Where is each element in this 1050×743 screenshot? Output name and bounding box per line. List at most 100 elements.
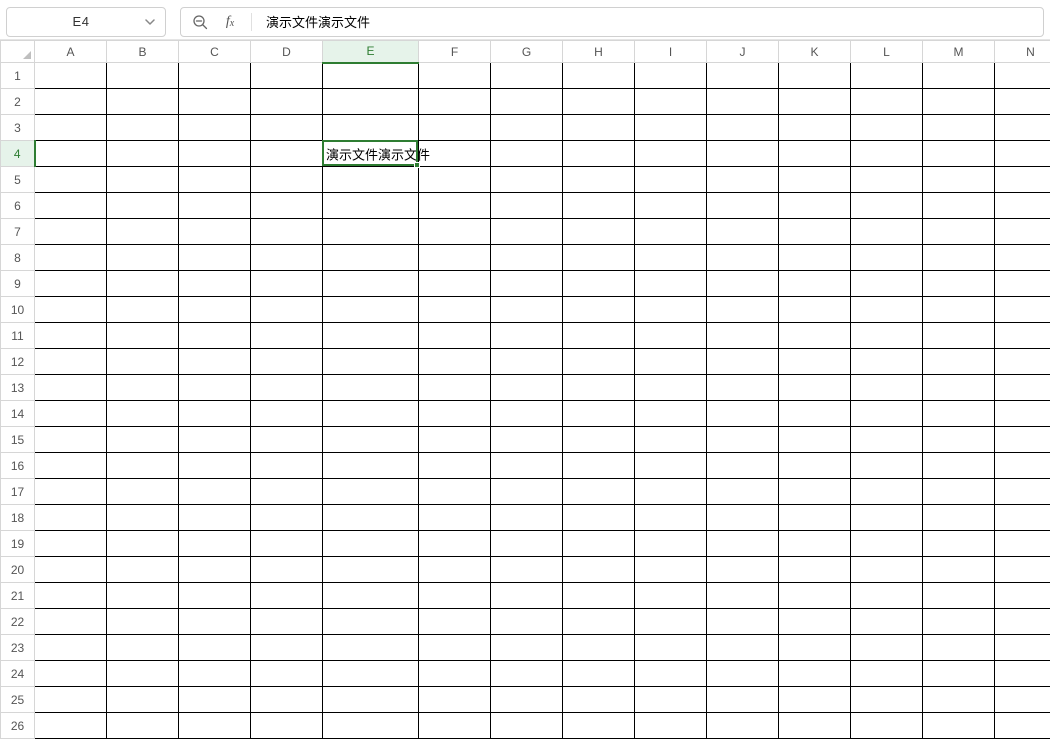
cell-G1[interactable] <box>491 63 563 89</box>
row-header-22[interactable]: 22 <box>1 609 35 635</box>
cell-L1[interactable] <box>851 63 923 89</box>
cell-M4[interactable] <box>923 141 995 167</box>
cell-H5[interactable] <box>563 167 635 193</box>
cell-N4[interactable] <box>995 141 1050 167</box>
cell-H14[interactable] <box>563 401 635 427</box>
cell-B16[interactable] <box>107 453 179 479</box>
cell-M6[interactable] <box>923 193 995 219</box>
cell-N14[interactable] <box>995 401 1050 427</box>
cell-F13[interactable] <box>419 375 491 401</box>
cell-G23[interactable] <box>491 635 563 661</box>
row-header-26[interactable]: 26 <box>1 713 35 739</box>
cell-J1[interactable] <box>707 63 779 89</box>
cell-K5[interactable] <box>779 167 851 193</box>
cell-F15[interactable] <box>419 427 491 453</box>
cell-N3[interactable] <box>995 115 1050 141</box>
cell-D14[interactable] <box>251 401 323 427</box>
cell-G9[interactable] <box>491 271 563 297</box>
cell-A23[interactable] <box>35 635 107 661</box>
cell-F7[interactable] <box>419 219 491 245</box>
cell-I10[interactable] <box>635 297 707 323</box>
row-header-1[interactable]: 1 <box>1 63 35 89</box>
cell-I19[interactable] <box>635 531 707 557</box>
cell-N7[interactable] <box>995 219 1050 245</box>
cell-B26[interactable] <box>107 713 179 739</box>
cell-I11[interactable] <box>635 323 707 349</box>
cell-C22[interactable] <box>179 609 251 635</box>
cell-B19[interactable] <box>107 531 179 557</box>
cell-I9[interactable] <box>635 271 707 297</box>
row-header-20[interactable]: 20 <box>1 557 35 583</box>
cell-E5[interactable] <box>323 167 419 193</box>
cell-E7[interactable] <box>323 219 419 245</box>
row-header-9[interactable]: 9 <box>1 271 35 297</box>
cell-M20[interactable] <box>923 557 995 583</box>
cell-B24[interactable] <box>107 661 179 687</box>
cell-I14[interactable] <box>635 401 707 427</box>
cell-C17[interactable] <box>179 479 251 505</box>
cell-C6[interactable] <box>179 193 251 219</box>
cell-E24[interactable] <box>323 661 419 687</box>
cell-J14[interactable] <box>707 401 779 427</box>
cell-K25[interactable] <box>779 687 851 713</box>
cell-C15[interactable] <box>179 427 251 453</box>
cell-G19[interactable] <box>491 531 563 557</box>
cell-A25[interactable] <box>35 687 107 713</box>
cell-N25[interactable] <box>995 687 1050 713</box>
cell-J15[interactable] <box>707 427 779 453</box>
cell-L20[interactable] <box>851 557 923 583</box>
cell-I20[interactable] <box>635 557 707 583</box>
cell-A7[interactable] <box>35 219 107 245</box>
cell-K22[interactable] <box>779 609 851 635</box>
cell-A15[interactable] <box>35 427 107 453</box>
cell-K11[interactable] <box>779 323 851 349</box>
cell-H1[interactable] <box>563 63 635 89</box>
cell-E9[interactable] <box>323 271 419 297</box>
cell-D7[interactable] <box>251 219 323 245</box>
cell-F24[interactable] <box>419 661 491 687</box>
cell-H19[interactable] <box>563 531 635 557</box>
cell-D19[interactable] <box>251 531 323 557</box>
row-header-19[interactable]: 19 <box>1 531 35 557</box>
cell-A20[interactable] <box>35 557 107 583</box>
cell-F25[interactable] <box>419 687 491 713</box>
cell-N15[interactable] <box>995 427 1050 453</box>
cell-K24[interactable] <box>779 661 851 687</box>
cell-N20[interactable] <box>995 557 1050 583</box>
cell-J4[interactable] <box>707 141 779 167</box>
cell-M8[interactable] <box>923 245 995 271</box>
cell-G2[interactable] <box>491 89 563 115</box>
cell-C16[interactable] <box>179 453 251 479</box>
cell-F11[interactable] <box>419 323 491 349</box>
cell-A5[interactable] <box>35 167 107 193</box>
cell-B22[interactable] <box>107 609 179 635</box>
cell-N24[interactable] <box>995 661 1050 687</box>
cell-E2[interactable] <box>323 89 419 115</box>
cell-E19[interactable] <box>323 531 419 557</box>
cell-K26[interactable] <box>779 713 851 739</box>
cell-M23[interactable] <box>923 635 995 661</box>
column-header-F[interactable]: F <box>419 41 491 63</box>
cell-K4[interactable] <box>779 141 851 167</box>
cell-B7[interactable] <box>107 219 179 245</box>
cell-C10[interactable] <box>179 297 251 323</box>
cell-N2[interactable] <box>995 89 1050 115</box>
cell-B4[interactable] <box>107 141 179 167</box>
cell-L22[interactable] <box>851 609 923 635</box>
row-header-6[interactable]: 6 <box>1 193 35 219</box>
cell-N13[interactable] <box>995 375 1050 401</box>
cell-K19[interactable] <box>779 531 851 557</box>
cell-F1[interactable] <box>419 63 491 89</box>
cell-A14[interactable] <box>35 401 107 427</box>
spreadsheet-grid[interactable]: ABCDEFGHIJKLMN 1234演示文件演示文件5678910111213… <box>0 40 1050 743</box>
cell-H11[interactable] <box>563 323 635 349</box>
cell-K2[interactable] <box>779 89 851 115</box>
cell-A19[interactable] <box>35 531 107 557</box>
cell-M2[interactable] <box>923 89 995 115</box>
cell-B12[interactable] <box>107 349 179 375</box>
cell-J5[interactable] <box>707 167 779 193</box>
cell-G22[interactable] <box>491 609 563 635</box>
cell-L6[interactable] <box>851 193 923 219</box>
cell-L16[interactable] <box>851 453 923 479</box>
cell-F3[interactable] <box>419 115 491 141</box>
